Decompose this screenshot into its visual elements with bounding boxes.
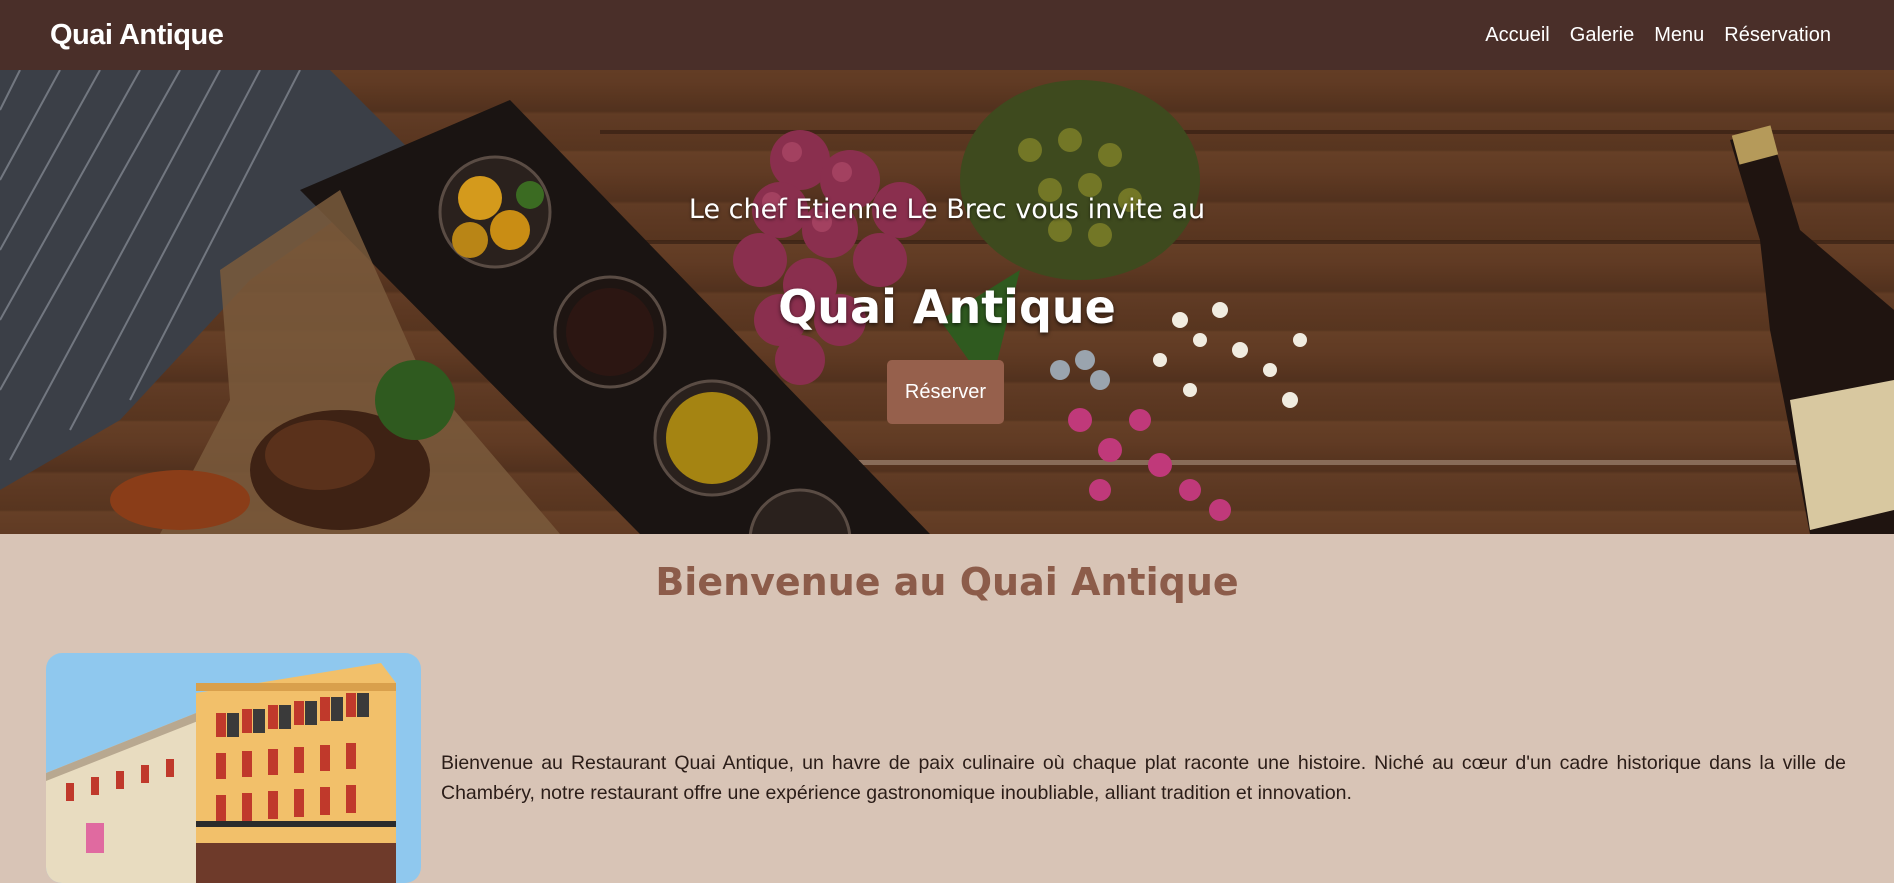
hero-content: Le chef Etienne Le Brec vous invite au Q…: [0, 70, 1894, 534]
nav-item-accueil: Accueil: [1485, 24, 1549, 47]
hero-title: Quai Antique: [778, 280, 1116, 334]
building-illustration: [46, 653, 421, 883]
nav-link-accueil[interactable]: Accueil: [1485, 24, 1549, 46]
nav-item-menu: Menu: [1654, 24, 1704, 47]
nav-link-reservation[interactable]: Réservation: [1724, 24, 1831, 46]
hero-banner: Le chef Etienne Le Brec vous invite au Q…: [0, 70, 1894, 534]
nav-link-galerie[interactable]: Galerie: [1570, 24, 1634, 46]
nav-item-reservation: Réservation: [1724, 24, 1831, 47]
navbar: Quai Antique Accueil Galerie Menu Réserv…: [0, 0, 1894, 70]
welcome-title: Bienvenue au Quai Antique: [655, 560, 1239, 604]
hero-subtitle: Le chef Etienne Le Brec vous invite au: [688, 194, 1206, 225]
welcome-paragraph: Bienvenue au Restaurant Quai Antique, un…: [441, 752, 1846, 804]
nav-link-menu[interactable]: Menu: [1654, 24, 1704, 46]
brand-logo[interactable]: Quai Antique: [50, 19, 224, 52]
nav-item-galerie: Galerie: [1570, 24, 1634, 47]
restaurant-building-photo: [46, 653, 421, 883]
nav-links: Accueil Galerie Menu Réservation: [1485, 24, 1844, 47]
reserve-button[interactable]: Réserver: [887, 360, 1004, 424]
